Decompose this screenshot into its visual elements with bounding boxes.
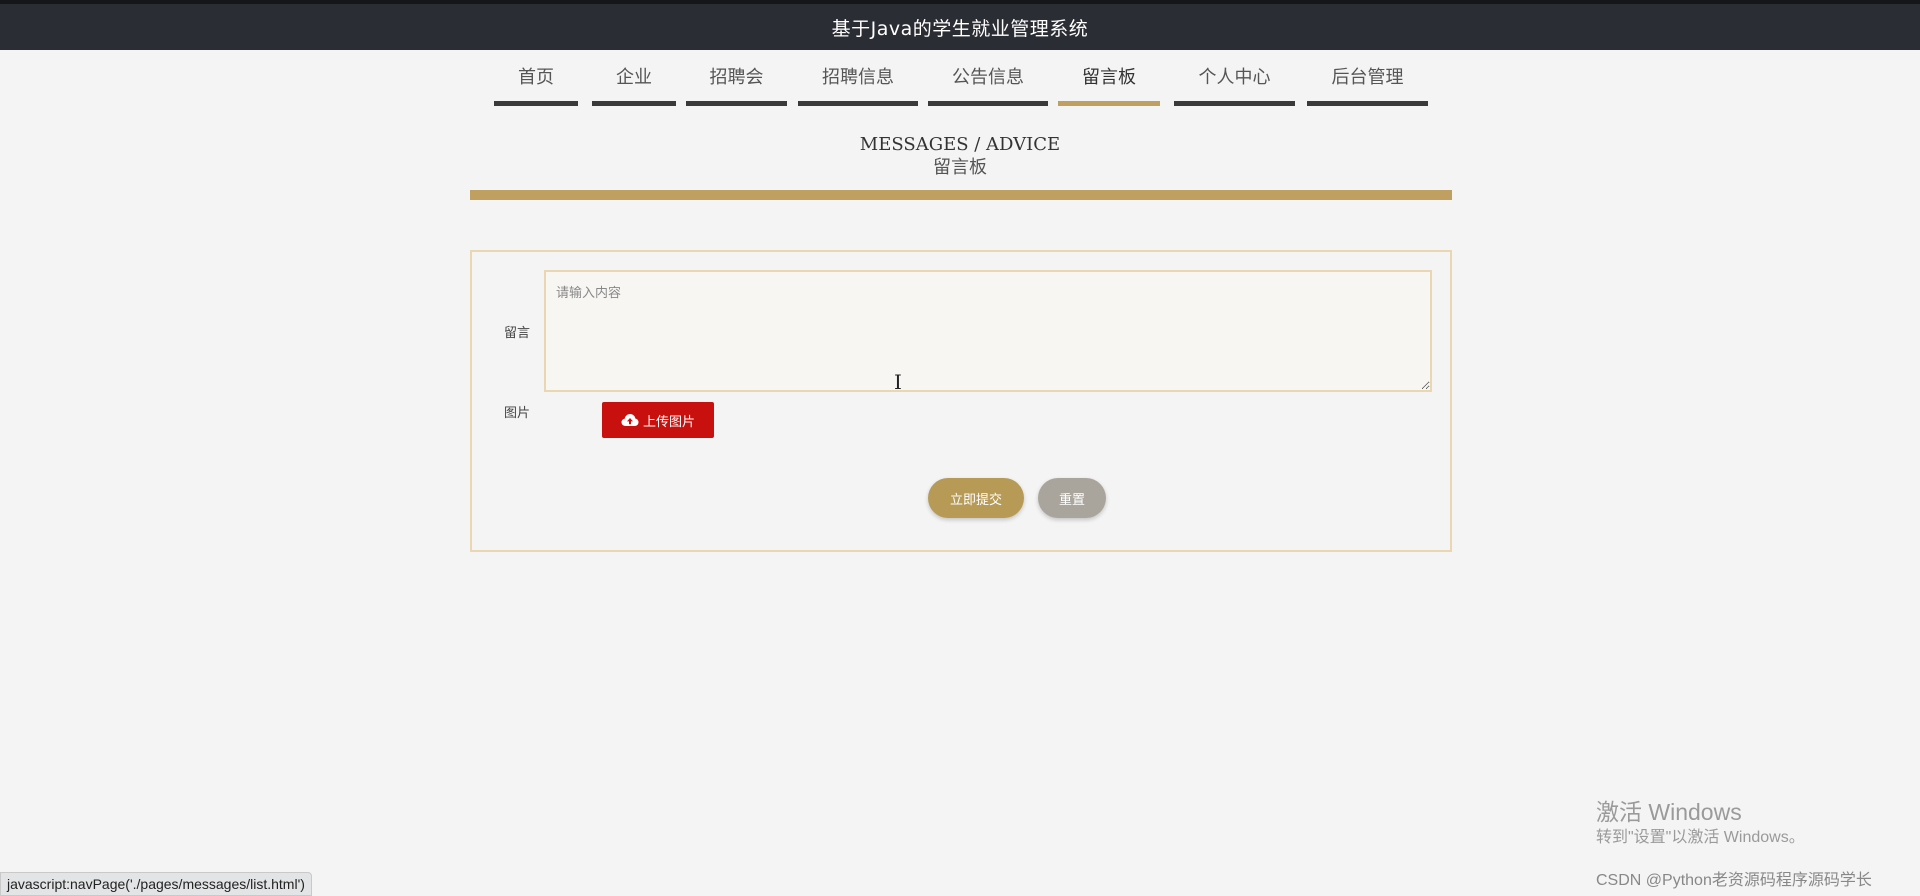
- windows-activation-watermark: 激活 Windows 转到"设置"以激活 Windows。: [1596, 798, 1805, 850]
- site-title: 基于Java的学生就业管理系统: [831, 17, 1089, 40]
- watermark-line1: 激活 Windows: [1596, 799, 1742, 825]
- section-title-en: MESSAGES / ADVICE: [859, 134, 1061, 155]
- csdn-watermark: CSDN @Python老资源码程序源码学长: [1596, 872, 1872, 889]
- section-title-zh: 留言板: [933, 157, 987, 178]
- nav-item-enterprise[interactable]: 企业: [592, 62, 676, 106]
- browser-status-bar: javascript:navPage('./pages/messages/lis…: [0, 872, 312, 896]
- nav-underline: [494, 101, 578, 106]
- nav-item-message-board[interactable]: 留言板: [1058, 62, 1160, 106]
- nav-label: 招聘信息: [822, 67, 894, 88]
- nav-underline: [592, 101, 676, 106]
- nav-item-notice[interactable]: 公告信息: [928, 62, 1048, 106]
- nav-label: 企业: [616, 67, 652, 88]
- nav-item-home[interactable]: 首页: [494, 62, 578, 106]
- top-header: 基于Java的学生就业管理系统: [0, 0, 1920, 50]
- nav-underline: [1307, 101, 1428, 106]
- nav-label: 公告信息: [952, 67, 1024, 88]
- text-cursor-icon: I: [894, 370, 902, 394]
- message-textarea[interactable]: [544, 270, 1432, 392]
- cloud-upload-icon: [621, 414, 639, 426]
- nav-item-personal-center[interactable]: 个人中心: [1174, 62, 1295, 106]
- upload-image-button[interactable]: 上传图片: [602, 402, 714, 438]
- message-form: 留言 图片 上传图片 立即提交 重置: [470, 250, 1452, 552]
- submit-button[interactable]: 立即提交: [928, 478, 1024, 518]
- nav-label: 后台管理: [1331, 67, 1404, 88]
- nav-underline: [686, 101, 787, 106]
- nav-label: 招聘会: [709, 67, 764, 88]
- watermark-line2: 转到"设置"以激活 Windows。: [1596, 829, 1805, 846]
- nav-underline: [798, 101, 918, 106]
- nav-underline: [928, 101, 1048, 106]
- nav-label: 留言板: [1082, 67, 1136, 88]
- reset-button[interactable]: 重置: [1038, 478, 1106, 518]
- nav-label: 个人中心: [1198, 67, 1271, 88]
- section-divider: [470, 190, 1452, 200]
- message-label: 留言: [504, 326, 531, 341]
- nav-label: 首页: [518, 67, 554, 88]
- nav-underline-active: [1058, 101, 1160, 106]
- nav-item-job-fair[interactable]: 招聘会: [686, 62, 787, 106]
- nav-item-admin[interactable]: 后台管理: [1307, 62, 1428, 106]
- nav-item-job-info[interactable]: 招聘信息: [798, 62, 918, 106]
- main-nav: 首页 企业 招聘会 招聘信息 公告信息 留言板 个人中心 后台管理: [0, 62, 1920, 106]
- upload-button-label: 上传图片: [642, 414, 695, 430]
- section-heading: MESSAGES / ADVICE 留言板: [0, 134, 1920, 180]
- nav-underline: [1174, 101, 1295, 106]
- image-label: 图片: [504, 406, 531, 421]
